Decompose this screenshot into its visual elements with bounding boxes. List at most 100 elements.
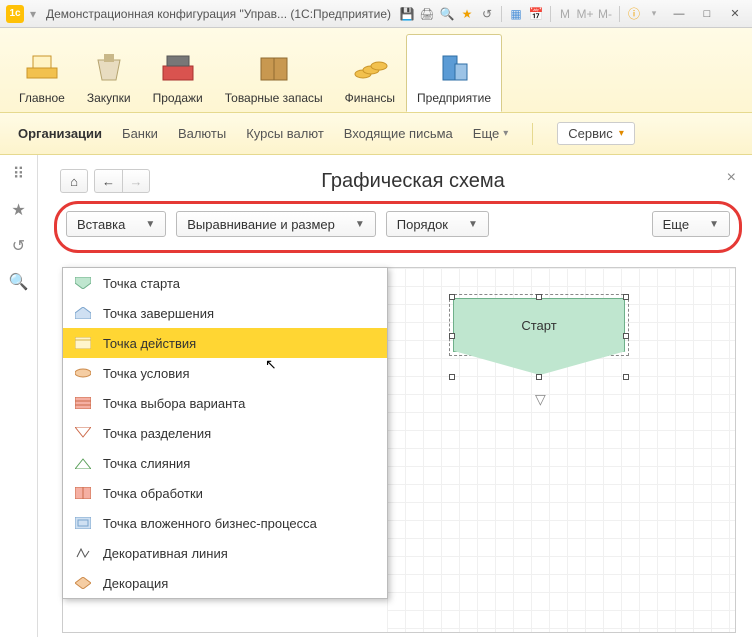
- toolbar-wrap: Вставка▼ Выравнивание и размер▼ Порядок▼…: [60, 207, 736, 251]
- star-icon[interactable]: ★: [10, 201, 28, 219]
- content-header: ⌂ ← → Графическая схема: [60, 169, 736, 193]
- stock-icon: [254, 47, 294, 87]
- ribbon-item-stock[interactable]: Товарные запасы: [214, 34, 334, 112]
- sales-icon: [158, 47, 198, 87]
- nav-back-forward: ← →: [94, 169, 150, 193]
- subnav-item-banks[interactable]: Банки: [122, 126, 158, 141]
- resize-handle[interactable]: [536, 294, 542, 300]
- info-icon[interactable]: ⓘ: [626, 6, 642, 22]
- purchases-icon: [89, 47, 129, 87]
- save-icon[interactable]: 💾: [399, 6, 415, 22]
- resize-handle[interactable]: [623, 374, 629, 380]
- ribbon-item-main[interactable]: Главное: [8, 34, 76, 112]
- page-title: Графическая схема: [150, 170, 736, 193]
- subnav-item-orgs[interactable]: Организации: [18, 126, 102, 141]
- insert-button[interactable]: Вставка▼: [66, 211, 166, 237]
- apps-icon[interactable]: ⠿: [10, 165, 28, 183]
- subnav-item-currencies[interactable]: Валюты: [178, 126, 226, 141]
- shape-pointer: [454, 351, 624, 375]
- preview-icon[interactable]: 🔍: [439, 6, 455, 22]
- titlebar-tools: 💾 🖨 🔍 ★ ↺ ▦ 📅 M M+ M- ⓘ ▾ — □ ✕: [399, 5, 746, 23]
- ribbon-item-purchases[interactable]: Закупки: [76, 34, 142, 112]
- separator: [619, 6, 620, 22]
- resize-handle[interactable]: [536, 374, 542, 380]
- condition-point-icon: [75, 366, 91, 380]
- subnav-item-rates[interactable]: Курсы валют: [246, 126, 324, 141]
- maximize-button[interactable]: □: [696, 5, 718, 23]
- process-point-icon: [75, 486, 91, 500]
- subnav-item-inbox[interactable]: Входящие письма: [344, 126, 453, 141]
- align-button[interactable]: Выравнивание и размер▼: [176, 211, 376, 237]
- window-titlebar: 1c ▾ Демонстрационная конфигурация "Упра…: [0, 0, 752, 28]
- close-page-button[interactable]: ×: [727, 169, 736, 187]
- home-button[interactable]: ⌂: [60, 169, 88, 193]
- ribbon-item-sales[interactable]: Продажи: [142, 34, 214, 112]
- enterprise-icon: [434, 47, 474, 87]
- merge-point-icon: [75, 456, 91, 470]
- resize-handle[interactable]: [449, 333, 455, 339]
- menu-item-condition[interactable]: Точка условия: [63, 358, 387, 388]
- finance-icon: [350, 47, 390, 87]
- resize-handle[interactable]: [449, 294, 455, 300]
- subnav: Организации Банки Валюты Курсы валют Вхо…: [0, 113, 752, 155]
- menu-item-line[interactable]: Декоративная линия: [63, 538, 387, 568]
- service-button[interactable]: Сервис▾: [557, 122, 635, 145]
- left-rail: ⠿ ★ ↺ 🔍: [0, 155, 38, 637]
- order-button[interactable]: Порядок▼: [386, 211, 489, 237]
- more-button[interactable]: Еще▼: [652, 211, 730, 237]
- resize-handle[interactable]: [623, 333, 629, 339]
- menu-item-decoration[interactable]: Декорация: [63, 568, 387, 598]
- chevron-down-icon: ▼: [468, 219, 478, 230]
- menu-item-split[interactable]: Точка разделения: [63, 418, 387, 448]
- history-icon[interactable]: ↺: [479, 6, 495, 22]
- start-shape[interactable]: Старт: [453, 298, 625, 352]
- mminus-icon[interactable]: M-: [597, 6, 613, 22]
- chevron-down-icon: ▼: [709, 219, 719, 230]
- chevron-down-icon: ▼: [145, 219, 155, 230]
- favorite-icon[interactable]: ★: [459, 6, 475, 22]
- close-button[interactable]: ✕: [724, 5, 746, 23]
- split-point-icon: [75, 426, 91, 440]
- action-point-icon: [75, 336, 91, 350]
- menu-item-end[interactable]: Точка завершения: [63, 298, 387, 328]
- start-point-icon: [75, 276, 91, 290]
- menu-item-process[interactable]: Точка обработки: [63, 478, 387, 508]
- subprocess-point-icon: [75, 516, 91, 530]
- ribbon-item-enterprise[interactable]: Предприятие: [406, 34, 502, 112]
- menu-item-subprocess[interactable]: Точка вложенного бизнес-процесса: [63, 508, 387, 538]
- search-rail-icon[interactable]: 🔍: [10, 273, 28, 291]
- forward-button[interactable]: →: [122, 169, 150, 193]
- separator: [501, 6, 502, 22]
- selected-shape[interactable]: Старт ▽: [453, 298, 625, 352]
- menu-item-start[interactable]: Точка старта: [63, 268, 387, 298]
- variant-point-icon: [75, 396, 91, 410]
- history-rail-icon[interactable]: ↺: [10, 237, 28, 255]
- menu-item-merge[interactable]: Точка слияния: [63, 448, 387, 478]
- insert-dropdown-menu: Точка старта Точка завершения Точка дейс…: [62, 267, 388, 599]
- calculator-icon[interactable]: ▦: [508, 6, 524, 22]
- ribbon-item-finance[interactable]: Финансы: [334, 34, 406, 112]
- mplus-icon[interactable]: M+: [577, 6, 593, 22]
- m-icon[interactable]: M: [557, 6, 573, 22]
- minimize-button[interactable]: —: [668, 5, 690, 23]
- app-logo-icon: 1c: [6, 5, 24, 23]
- shape-label: Старт: [521, 318, 556, 333]
- back-button[interactable]: ←: [94, 169, 122, 193]
- calendar-icon[interactable]: 📅: [528, 6, 544, 22]
- separator: [550, 6, 551, 22]
- end-point-icon: [75, 306, 91, 320]
- main-area: ⠿ ★ ↺ 🔍 ⌂ ← → Графическая схема × Вставк…: [0, 155, 752, 637]
- subnav-more[interactable]: Еще▾: [473, 126, 508, 141]
- separator: [532, 123, 533, 145]
- resize-handle[interactable]: [449, 374, 455, 380]
- window-title: Демонстрационная конфигурация "Управ... …: [46, 7, 399, 21]
- chevron-down-icon: ▼: [355, 219, 365, 230]
- info-dd-icon[interactable]: ▾: [646, 6, 662, 22]
- schema-toolbar: Вставка▼ Выравнивание и размер▼ Порядок▼…: [60, 207, 736, 241]
- titlebar-dropdown-icon[interactable]: ▾: [30, 7, 40, 21]
- print-icon[interactable]: 🖨: [419, 6, 435, 22]
- line-icon: [75, 546, 91, 560]
- menu-item-variant[interactable]: Точка выбора варианта: [63, 388, 387, 418]
- menu-item-action[interactable]: Точка действия: [63, 328, 387, 358]
- resize-handle[interactable]: [623, 294, 629, 300]
